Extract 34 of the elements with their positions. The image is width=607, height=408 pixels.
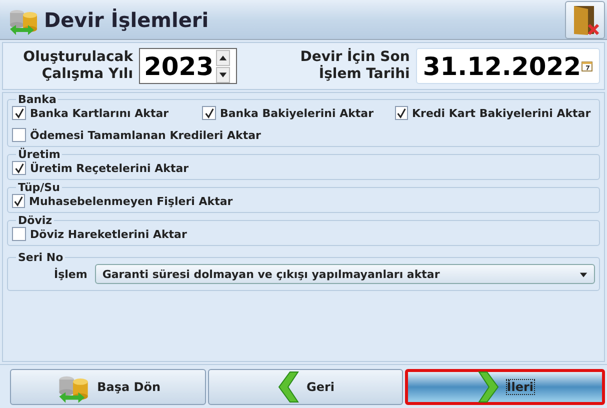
checkbox[interactable] [12, 106, 26, 120]
checkbox[interactable] [12, 128, 26, 142]
calendar-icon[interactable] [581, 60, 593, 72]
window-title: Devir İşlemleri [44, 8, 210, 32]
checkbox-label: Banka Bakiyelerini Aktar [220, 106, 374, 120]
checkbox-label: Kredi Kart Bakiyelerini Aktar [412, 106, 591, 120]
right-chevron-icon [476, 371, 501, 403]
checkbox-label: Ödemesi Tamamlanan Kredileri Aktar [30, 128, 261, 142]
group-title: Tüp/Su [17, 181, 61, 194]
operation-dropdown[interactable]: Garanti süresi dolmayan ve çıkışı yapılmayanları aktar [95, 264, 595, 284]
exit-button[interactable] [565, 0, 605, 38]
checkbox-label: Üretim Reçetelerini Aktar [30, 162, 189, 174]
checkbox-label: Banka Kartlarını Aktar [30, 106, 169, 120]
checkbox[interactable] [12, 227, 26, 241]
checkbox[interactable] [12, 161, 26, 175]
back-button[interactable]: Geri [208, 369, 404, 405]
group-title: Seri No [17, 251, 64, 264]
dropdown-arrow-icon[interactable] [579, 270, 588, 278]
checkbox-label: Döviz Hareketlerini Aktar [30, 228, 187, 240]
operation-label: İşlem [54, 268, 88, 280]
year-label: Oluşturulacak Çalışma Yılı [22, 49, 134, 83]
group-title: Banka [17, 93, 58, 106]
date-field[interactable]: 31.12.2022 [416, 48, 600, 84]
next-button[interactable]: İleri [405, 369, 606, 405]
checkbox[interactable] [202, 106, 216, 120]
year-spinner[interactable]: 2023 [139, 48, 236, 84]
checkbox[interactable] [12, 194, 25, 208]
checkbox[interactable] [395, 106, 408, 120]
date-label: Devir İçin Son İşlem Tarihi [299, 49, 410, 83]
group-title: Döviz [17, 214, 54, 227]
left-chevron-icon [276, 371, 300, 403]
start-over-button[interactable]: Başa Dön [10, 369, 206, 405]
checkbox-label: Muhasebelenmeyen Fişleri Aktar [29, 194, 233, 208]
group-title: Üretim [17, 148, 62, 161]
